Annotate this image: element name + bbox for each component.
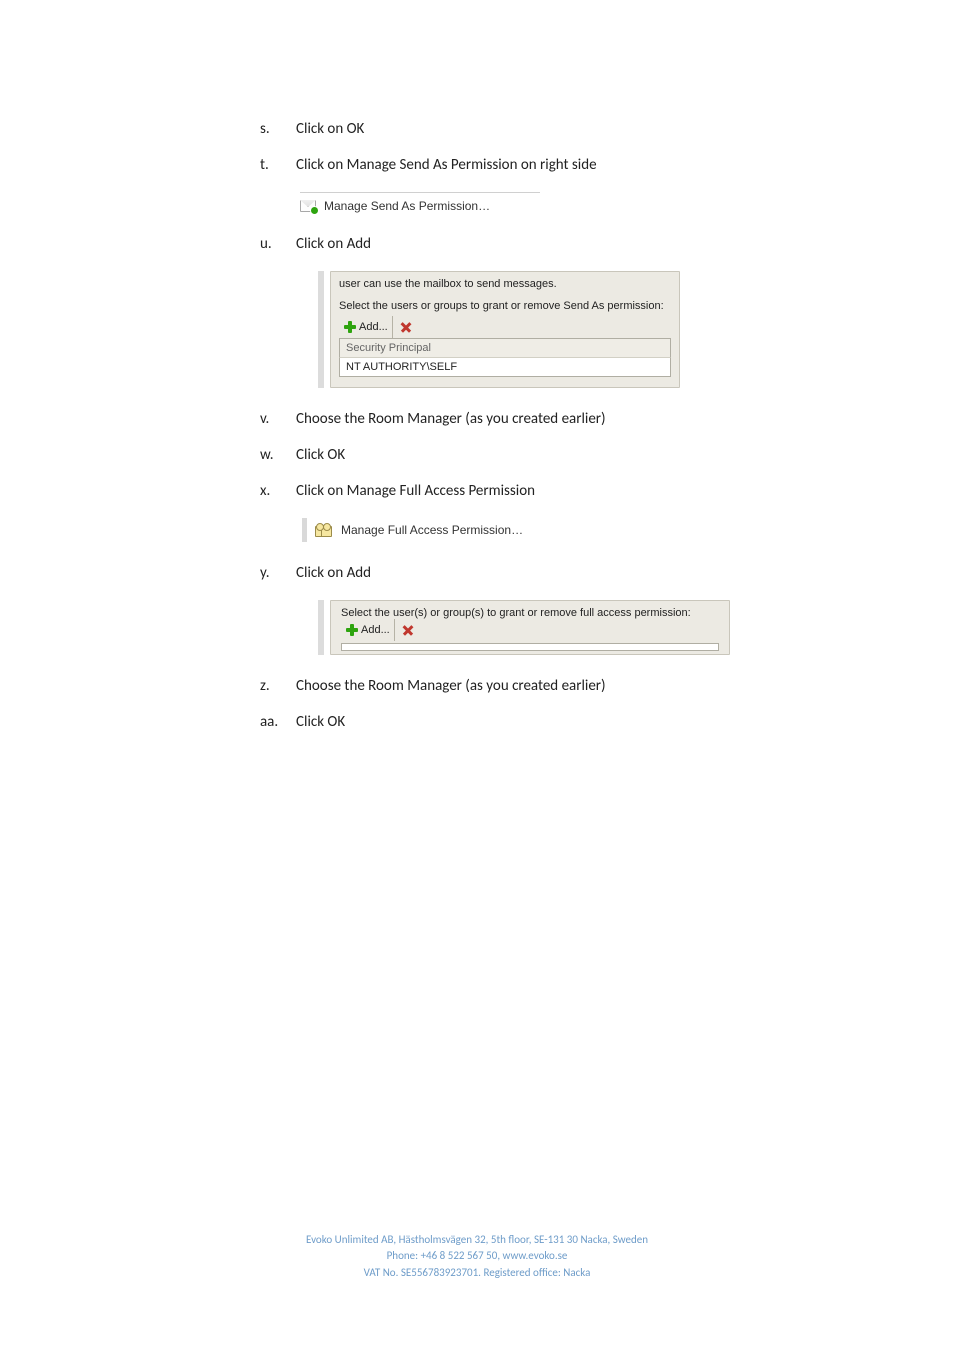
- step-marker: y.: [260, 564, 296, 582]
- delete-icon: [401, 623, 415, 637]
- people-icon: [315, 523, 333, 537]
- panel-help-text-2: Select the users or groups to grant or r…: [339, 300, 671, 312]
- step-text: Click on Manage Send As Permission on ri…: [296, 156, 597, 174]
- grid-column-header: Security Principal: [339, 338, 671, 357]
- remove-button[interactable]: [393, 316, 419, 338]
- step-x: x. Click on Manage Full Access Permissio…: [0, 482, 954, 500]
- link-label: Manage Full Access Permission…: [341, 523, 523, 537]
- step-text: Click on Add: [296, 235, 371, 253]
- screenshot-manage-send-as-link: Manage Send As Permission…: [300, 192, 954, 213]
- panel-toolbar: Add...: [339, 316, 671, 338]
- step-marker: aa.: [260, 713, 296, 731]
- manage-send-as-permission-link[interactable]: Manage Send As Permission…: [300, 192, 540, 213]
- step-marker: x.: [260, 482, 296, 500]
- step-y: y. Click on Add: [0, 564, 954, 582]
- mail-send-icon: [300, 200, 316, 212]
- add-button[interactable]: Add...: [341, 619, 395, 641]
- footer-line-1: Evoko Unlimited AB, Hästholmsvägen 32, 5…: [0, 1232, 954, 1249]
- manage-full-access-permission-link[interactable]: Manage Full Access Permission…: [302, 518, 954, 542]
- panel-toolbar: Add...: [341, 619, 719, 641]
- footer-line-3: VAT No. SE556783923701. Registered offic…: [0, 1265, 954, 1282]
- step-text: Click OK: [296, 446, 345, 464]
- step-z: z. Choose the Room Manager (as you creat…: [0, 677, 954, 695]
- step-text: Click OK: [296, 713, 345, 731]
- step-marker: w.: [260, 446, 296, 464]
- screenshot-full-access-panel: Select the user(s) or group(s) to grant …: [318, 600, 954, 655]
- screenshot-send-as-panel: user can use the mailbox to send message…: [318, 271, 954, 388]
- step-w: w. Click OK: [0, 446, 954, 464]
- panel-help-text: Select the user(s) or group(s) to grant …: [341, 607, 719, 619]
- step-marker: v.: [260, 410, 296, 428]
- add-button-label: Add...: [359, 321, 388, 333]
- step-marker: z.: [260, 677, 296, 695]
- plus-icon: [345, 623, 359, 637]
- step-text: Click on Manage Full Access Permission: [296, 482, 535, 500]
- remove-button[interactable]: [395, 619, 421, 641]
- plus-icon: [343, 320, 357, 334]
- step-marker: u.: [260, 235, 296, 253]
- step-v: v. Choose the Room Manager (as you creat…: [0, 410, 954, 428]
- step-marker: t.: [260, 156, 296, 174]
- grid-header-cutoff: [341, 643, 719, 651]
- step-t: t. Click on Manage Send As Permission on…: [0, 156, 954, 174]
- footer-line-2: Phone: +46 8 522 567 50, www.evoko.se: [0, 1248, 954, 1265]
- step-text: Choose the Room Manager (as you created …: [296, 410, 606, 428]
- panel-help-text-1: user can use the mailbox to send message…: [339, 278, 671, 290]
- step-text: Click on OK: [296, 120, 364, 138]
- page-footer: Evoko Unlimited AB, Hästholmsvägen 32, 5…: [0, 1232, 954, 1282]
- screenshot-manage-full-access-link: Manage Full Access Permission…: [302, 518, 954, 542]
- step-text: Choose the Room Manager (as you created …: [296, 677, 606, 695]
- grid-row[interactable]: NT AUTHORITY\SELF: [339, 357, 671, 377]
- step-s: s. Click on OK: [0, 120, 954, 138]
- delete-icon: [399, 320, 413, 334]
- step-text: Click on Add: [296, 564, 371, 582]
- add-button-label: Add...: [361, 624, 390, 636]
- add-button[interactable]: Add...: [339, 316, 393, 338]
- step-marker: s.: [260, 120, 296, 138]
- step-u: u. Click on Add: [0, 235, 954, 253]
- link-label: Manage Send As Permission…: [324, 199, 490, 213]
- step-aa: aa. Click OK: [0, 713, 954, 731]
